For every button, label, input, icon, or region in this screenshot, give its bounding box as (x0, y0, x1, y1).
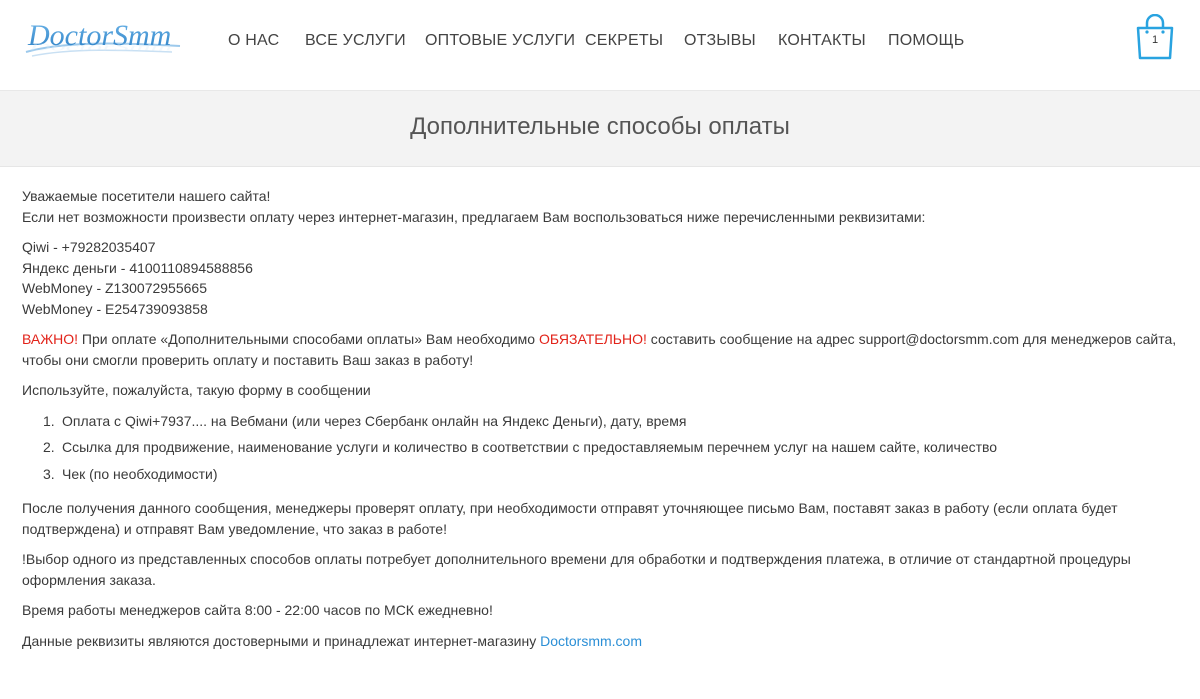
step-text: Чек (по необходимости) (62, 465, 218, 482)
requisites-list: Qiwi - +79282035407 Яндекс деньги - 4100… (22, 237, 1182, 319)
list-item: 3. Чек (по необходимости) (22, 464, 1182, 485)
footer-text: Данные реквизиты являются достоверными и… (22, 632, 541, 649)
nav-item-all-services[interactable]: ВСЕ УСЛУГИ (305, 30, 406, 52)
requisite-webmoney-z: WebMoney - Z130072955665 (22, 280, 207, 296)
form-intro-text: Используйте, пожалуйста, такую форму в с… (22, 382, 371, 398)
nav-item-secrets[interactable]: СЕКРЕТЫ (585, 30, 663, 52)
page-title: Дополнительные способы оплаты (410, 113, 790, 140)
nav-item-contacts[interactable]: КОНТАКТЫ (778, 30, 866, 52)
nav-item-about[interactable]: О НАС (228, 30, 279, 52)
nav-item-reviews[interactable]: ОТЗЫВЫ (684, 30, 756, 52)
after-message-text: После получения данного сообщения, менед… (22, 500, 1118, 537)
nav-item-help[interactable]: ПОМОЩЬ (888, 30, 964, 52)
requisite-qiwi: Qiwi - +79282035407 (22, 239, 156, 255)
cart-count-badge: 1 (1151, 34, 1159, 46)
intro-text: Если нет возможности произвести оплату ч… (22, 208, 926, 225)
svg-text:DoctorSmm: DoctorSmm (28, 41, 173, 53)
step-number: 1. (43, 412, 55, 429)
page-title-band: Дополнительные способы оплаты (0, 90, 1200, 167)
site-header: DoctorSmm DoctorSmm О НАС ВСЕ УСЛУГИ ОПТ… (0, 0, 1200, 90)
list-item: 2. Ссылка для продвижение, наименование у… (22, 437, 1182, 458)
processing-note: !Выбор одного из представленных способов… (22, 551, 1131, 588)
important-label: ВАЖНО! (22, 331, 79, 347)
important-notice: ВАЖНО! При оплате «Дополнительными спосо… (22, 329, 1182, 370)
important-text-1: При оплате «Дополнительными способами оп… (78, 331, 539, 347)
footer-note: Данные реквизиты являются достоверными и… (22, 631, 1182, 652)
requisite-webmoney-e: WebMoney - E254739093858 (22, 300, 208, 317)
cart-button[interactable]: 1 (1134, 13, 1176, 60)
working-hours: Время работы менеджеров сайта 8:00 - 22:… (22, 602, 493, 618)
step-number: 3. (43, 465, 55, 482)
nav-item-wholesale-services[interactable]: ОПТОВЫЕ УСЛУГИ (425, 30, 575, 52)
step-text: Оплата с Qiwi+7937.... на Вебмани (или ч… (62, 412, 687, 429)
requisite-yandex: Яндекс деньги - 4100110894588856 (22, 259, 253, 276)
mandatory-label: ОБЯЗАТЕЛЬНО! (539, 331, 647, 347)
main-content: Уважаемые посетители нашего сайта! Если … (22, 186, 1182, 661)
list-item: 1. Оплата с Qiwi+7937.... на Вебмани (или… (22, 411, 1182, 432)
step-text: Ссылка для продвижение, наименование усл… (62, 439, 998, 455)
message-form-steps: 1. Оплата с Qiwi+7937.... на Вебмани (или… (22, 411, 1182, 485)
greeting-text: Уважаемые посетители нашего сайта! (22, 188, 271, 204)
step-number: 2. (43, 439, 55, 455)
site-link[interactable]: Doctorsmm.com (540, 633, 642, 649)
logo-graphic: DoctorSmm DoctorSmm (25, 19, 181, 57)
site-logo[interactable]: DoctorSmm DoctorSmm (22, 12, 184, 64)
